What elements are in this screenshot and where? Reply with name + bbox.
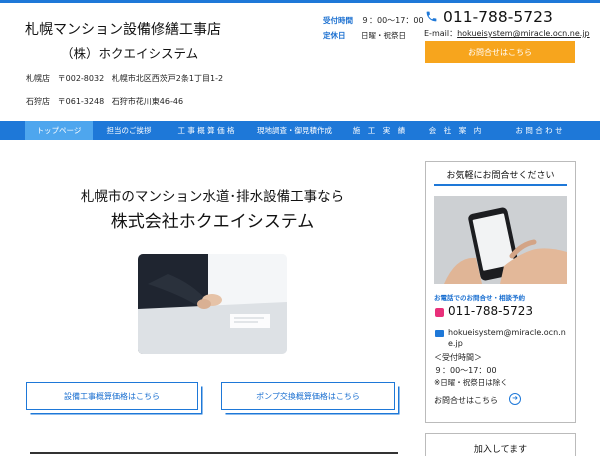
site-title[interactable]: 札幌マンション設備修繕工事店 — [25, 19, 221, 39]
top-accent-line — [0, 0, 600, 3]
phone-icon — [426, 11, 437, 22]
equipment-price-button[interactable]: 設備工事概算価格はこちら — [26, 382, 198, 410]
sidebar-closed-note: ※日曜・祝祭日は除く — [434, 378, 508, 387]
phone-icon — [435, 308, 444, 317]
sidebar-contact-box: お気軽にお問合せください お電話でのお問合せ・相談予約 011-788-5723… — [425, 161, 576, 423]
hours-heading: ＜受付時間＞ — [434, 353, 482, 362]
sidebar-email[interactable]: hokueisystem@miracle.ocn.ne.jp — [448, 327, 570, 349]
branch-name: 石狩店 — [26, 97, 50, 106]
closed-label: 定休日 — [323, 31, 346, 40]
nav-item-survey[interactable]: 現地調査・御見積作成 — [247, 121, 342, 140]
section-divider — [30, 452, 398, 454]
branch-zip: 〒061-3248 — [57, 97, 105, 106]
phone-inquiry-label: お電話でのお問合せ・相談予約 — [434, 294, 525, 302]
header-phone-number[interactable]: 011-788-5723 — [443, 8, 553, 26]
branch-address: 札幌市北区西茨戸2条1丁目1-2 — [111, 74, 224, 83]
smartphone-photo — [434, 196, 567, 284]
company-name: （株）ホクエイシステム — [61, 46, 199, 61]
main-nav: トップページ 担当のご挨拶 工 事 概 算 価 格 現地調査・御見積作成 施 工… — [0, 121, 600, 140]
mail-icon — [435, 330, 444, 337]
sidebar-membership-box: 加入してます — [425, 433, 576, 456]
nav-item-works[interactable]: 施 工 実 績 — [342, 121, 416, 140]
hours-label: 受付時間 — [323, 16, 353, 25]
nav-item-greeting[interactable]: 担当のご挨拶 — [93, 121, 165, 140]
email-link[interactable]: hokueisystem@miracle.ocn.ne.jp — [457, 29, 590, 38]
branch-address: 石狩市花川東46-46 — [111, 97, 184, 106]
branch-ishikari: 石狩店 〒061-3248 石狩市花川東46-46 — [26, 96, 183, 107]
branch-sapporo: 札幌店 〒002-8032 札幌市北区西茨戸2条1丁目1-2 — [26, 73, 223, 84]
pump-price-button[interactable]: ポンプ交換概算価格はこちら — [221, 382, 395, 410]
sidebar-inquiry-link[interactable]: お問合せはこちら — [434, 395, 498, 406]
arrow-right-icon[interactable]: ➜ — [509, 393, 521, 405]
sidebar-title: お気軽にお問合せください — [446, 171, 555, 181]
membership-title: 加入してます — [473, 445, 528, 455]
branch-name: 札幌店 — [26, 74, 50, 83]
header-email: E-mail：hokueisystem@miracle.ocn.ne.jp — [424, 28, 590, 39]
branch-zip: 〒002-8032 — [57, 74, 105, 83]
sidebar-title-rule — [434, 184, 567, 186]
contact-button[interactable]: お問合せはこちら — [425, 41, 575, 63]
hours-value: ９：00～17：00 — [361, 16, 424, 25]
hero-title: 株式会社ホクエイシステム — [110, 212, 315, 232]
sidebar-hours: ９：00～17：00 — [434, 366, 497, 375]
closed-value: 日曜・祝祭日 — [361, 31, 406, 40]
nav-item-contact[interactable]: お 問 合 わ せ — [494, 121, 584, 140]
nav-item-top[interactable]: トップページ — [25, 121, 93, 140]
business-handshake-photo — [138, 254, 287, 354]
sidebar-phone-number[interactable]: 011-788-5723 — [448, 304, 533, 318]
email-prefix: E-mail： — [424, 29, 458, 38]
nav-item-company[interactable]: 会 社 案 内 — [416, 121, 494, 140]
nav-item-estimate[interactable]: 工 事 概 算 価 格 — [165, 121, 247, 140]
hero-subtitle: 札幌市のマンション水道･排水設備工事なら — [80, 189, 345, 205]
